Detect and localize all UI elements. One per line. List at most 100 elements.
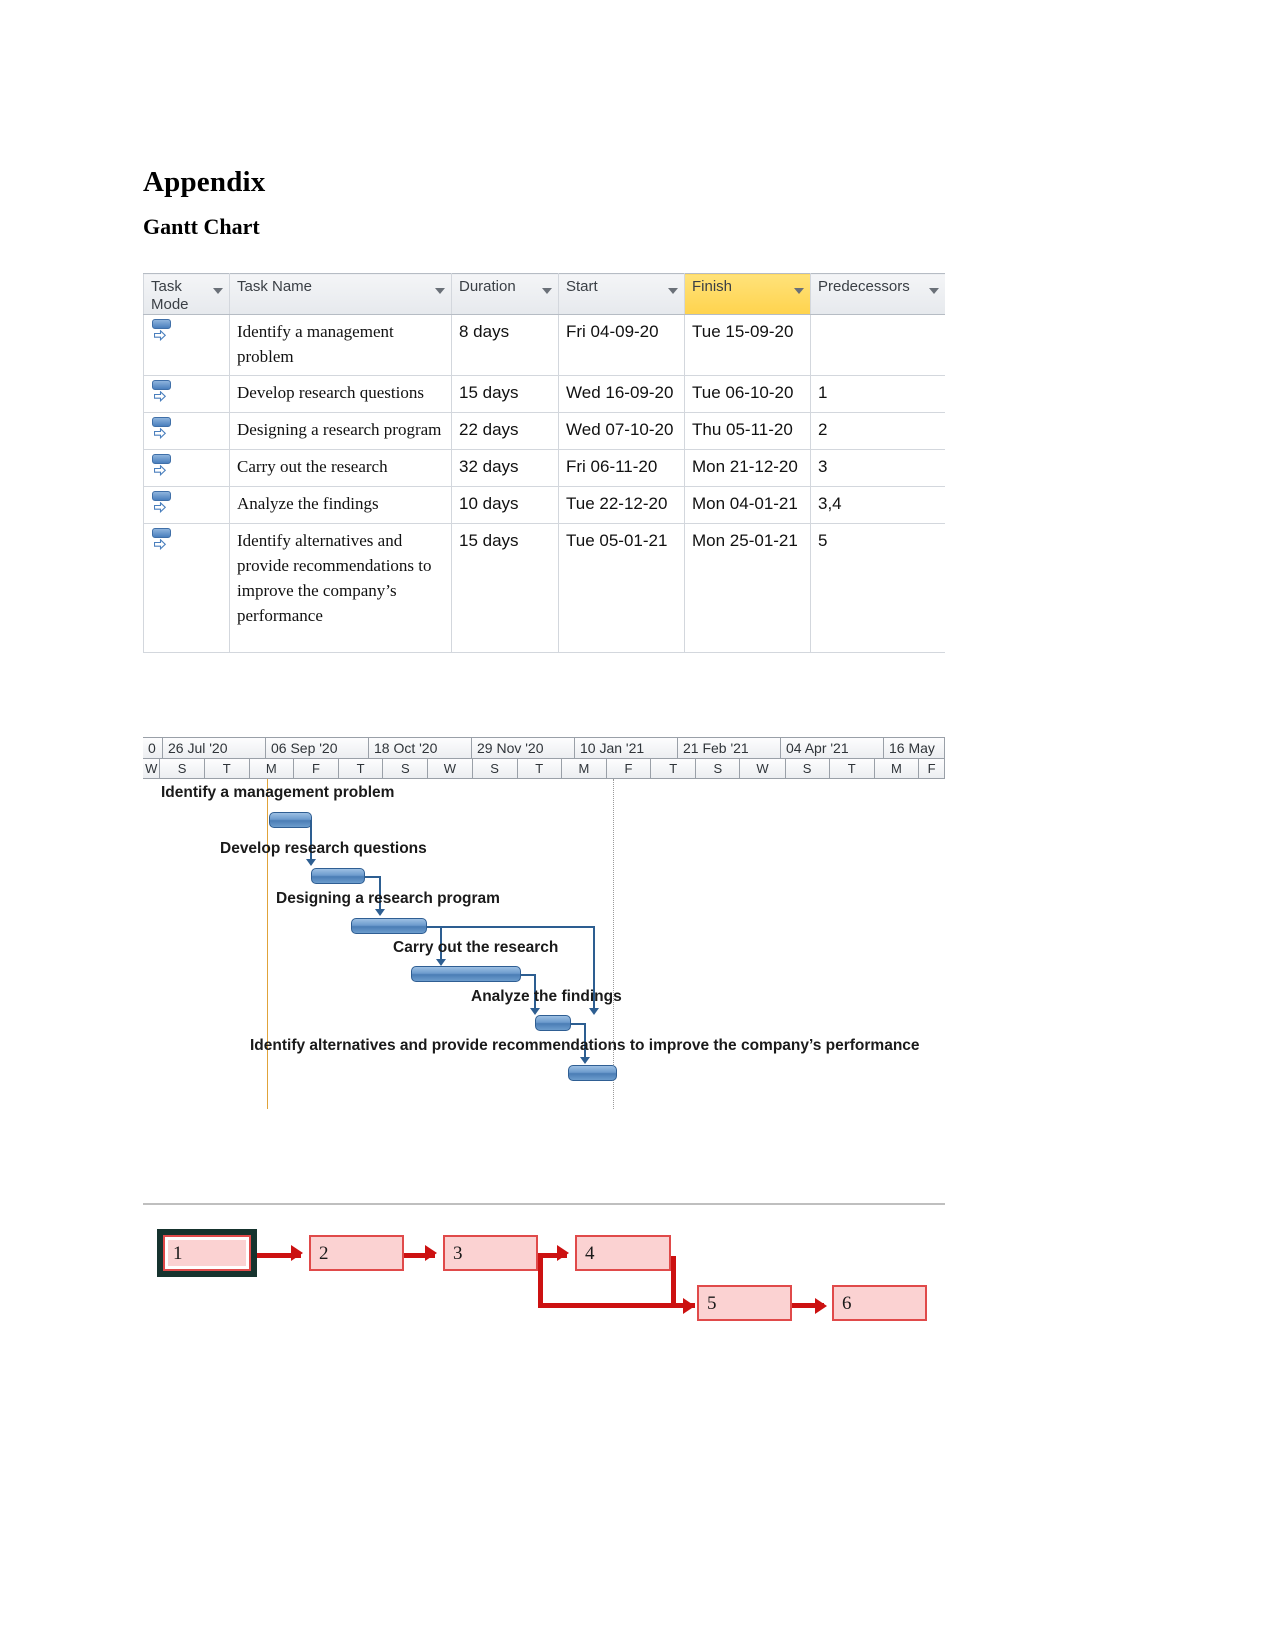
cell-duration[interactable]: 22 days (451, 412, 559, 450)
filter-arrow-icon[interactable] (794, 288, 804, 294)
cell-finish[interactable]: Mon 04-01-21 (684, 486, 811, 524)
timescale-day: S (383, 759, 429, 779)
network-node-1[interactable]: 1 (163, 1235, 251, 1271)
filter-arrow-icon[interactable] (213, 288, 223, 294)
cell-predecessors[interactable]: 1 (810, 375, 945, 413)
network-node-5[interactable]: 5 (697, 1285, 792, 1321)
cell-predecessors[interactable]: 2 (810, 412, 945, 450)
network-node-label: 3 (453, 1243, 463, 1264)
cell-predecessors[interactable] (810, 314, 945, 376)
column-header-predecessors[interactable]: Predecessors (810, 273, 945, 315)
timescale-day: S (160, 759, 205, 779)
column-header-task-name-label: Task Name (237, 278, 313, 295)
column-header-duration-label: Duration (459, 278, 516, 295)
cell-predecessors[interactable]: 3,4 (810, 486, 945, 524)
cell-task-name[interactable]: Analyze the findings (229, 486, 452, 524)
gantt-bar-label: Analyze the findings (471, 988, 622, 1005)
cell-finish[interactable]: Thu 05-11-20 (684, 412, 811, 450)
table-row[interactable]: Designing a research program 22 days Wed… (143, 412, 945, 450)
network-node-label: 6 (842, 1293, 852, 1314)
filter-arrow-icon[interactable] (668, 288, 678, 294)
page-title: Appendix (143, 166, 266, 198)
column-header-task-mode[interactable]: Task Mode (143, 273, 230, 315)
cell-duration[interactable]: 8 days (451, 314, 559, 376)
cell-task-name[interactable]: Designing a research program (229, 412, 452, 450)
gantt-timescale-months: 0 26 Jul '20 06 Sep '20 18 Oct '20 29 No… (143, 737, 945, 759)
cell-predecessors[interactable]: 3 (810, 449, 945, 487)
timescale-month: 06 Sep '20 (266, 737, 369, 759)
cell-task-name[interactable]: Identify alternatives and provide recomm… (229, 523, 452, 653)
cell-task-mode[interactable] (143, 412, 230, 450)
today-line (267, 779, 268, 1109)
cell-task-name[interactable]: Develop research questions (229, 375, 452, 413)
cell-duration[interactable]: 15 days (451, 375, 559, 413)
section-divider (143, 1203, 945, 1205)
column-header-duration[interactable]: Duration (451, 273, 559, 315)
gantt-timescale-header: 0 26 Jul '20 06 Sep '20 18 Oct '20 29 No… (143, 737, 945, 779)
cell-task-mode[interactable] (143, 449, 230, 487)
cell-task-name[interactable]: Identify a management problem (229, 314, 452, 376)
cell-start[interactable]: Tue 22-12-20 (558, 486, 685, 524)
network-node-label: 2 (319, 1243, 329, 1264)
table-row[interactable]: Analyze the findings 10 days Tue 22-12-2… (143, 486, 945, 524)
manually-scheduled-icon (151, 417, 173, 443)
timescale-day: W (428, 759, 473, 779)
cell-duration[interactable]: 32 days (451, 449, 559, 487)
gantt-link-arrow-icon (436, 959, 446, 966)
gantt-bar[interactable] (411, 966, 521, 982)
status-date-line (613, 779, 614, 1109)
network-node-2[interactable]: 2 (309, 1235, 404, 1271)
gantt-bar[interactable] (535, 1015, 571, 1031)
cell-start[interactable]: Tue 05-01-21 (558, 523, 685, 653)
cell-task-mode[interactable] (143, 375, 230, 413)
cell-task-name[interactable]: Carry out the research (229, 449, 452, 487)
cell-predecessors[interactable]: 5 (810, 523, 945, 653)
gantt-bar[interactable] (568, 1065, 617, 1081)
timescale-day: T (829, 759, 875, 779)
filter-arrow-icon[interactable] (542, 288, 552, 294)
network-arrow-icon (291, 1245, 303, 1261)
cell-finish[interactable]: Tue 06-10-20 (684, 375, 811, 413)
column-header-predecessors-label: Predecessors (818, 278, 910, 295)
cell-finish[interactable]: Mon 25-01-21 (684, 523, 811, 653)
network-connector (538, 1253, 543, 1306)
timescale-month: 04 Apr '21 (781, 737, 884, 759)
timescale-month: 29 Nov '20 (472, 737, 575, 759)
cell-task-mode[interactable] (143, 486, 230, 524)
table-row[interactable]: Carry out the research 32 days Fri 06-11… (143, 449, 945, 487)
table-header-row: Task Mode Task Name Duration Start Finis… (143, 273, 945, 315)
cell-start[interactable]: Wed 07-10-20 (558, 412, 685, 450)
timescale-day: F (606, 759, 652, 779)
cell-duration[interactable]: 10 days (451, 486, 559, 524)
gantt-bars-area: Identify a management problem Develop re… (143, 779, 945, 1117)
cell-start[interactable]: Fri 06-11-20 (558, 449, 685, 487)
gantt-bar[interactable] (351, 918, 427, 934)
cell-finish[interactable]: Tue 15-09-20 (684, 314, 811, 376)
network-node-4[interactable]: 4 (575, 1235, 671, 1271)
cell-start[interactable]: Fri 04-09-20 (558, 314, 685, 376)
column-header-finish[interactable]: Finish (684, 273, 811, 315)
table-row[interactable]: Identify a management problem 8 days Fri… (143, 314, 945, 376)
network-connector (671, 1256, 676, 1306)
filter-arrow-icon[interactable] (929, 288, 939, 294)
cell-start[interactable]: Wed 16-09-20 (558, 375, 685, 413)
filter-arrow-icon[interactable] (435, 288, 445, 294)
network-node-3[interactable]: 3 (443, 1235, 538, 1271)
gantt-bar-label: Identify alternatives and provide recomm… (250, 1037, 920, 1054)
cell-finish[interactable]: Mon 21-12-20 (684, 449, 811, 487)
table-row[interactable]: Develop research questions 15 days Wed 1… (143, 375, 945, 413)
gantt-bar[interactable] (311, 868, 365, 884)
timescale-day: M (561, 759, 607, 779)
network-node-6[interactable]: 6 (832, 1285, 927, 1321)
network-node-label: 1 (173, 1243, 183, 1264)
manually-scheduled-icon (151, 491, 173, 517)
column-header-task-name[interactable]: Task Name (229, 273, 452, 315)
column-header-start[interactable]: Start (558, 273, 685, 315)
column-header-start-label: Start (566, 278, 598, 295)
cell-task-mode[interactable] (143, 523, 230, 653)
gantt-bar[interactable] (269, 812, 312, 828)
table-row[interactable]: Identify alternatives and provide recomm… (143, 523, 945, 653)
cell-task-mode[interactable] (143, 314, 230, 376)
cell-duration[interactable]: 15 days (451, 523, 559, 653)
timescale-month: 0 (143, 737, 163, 759)
